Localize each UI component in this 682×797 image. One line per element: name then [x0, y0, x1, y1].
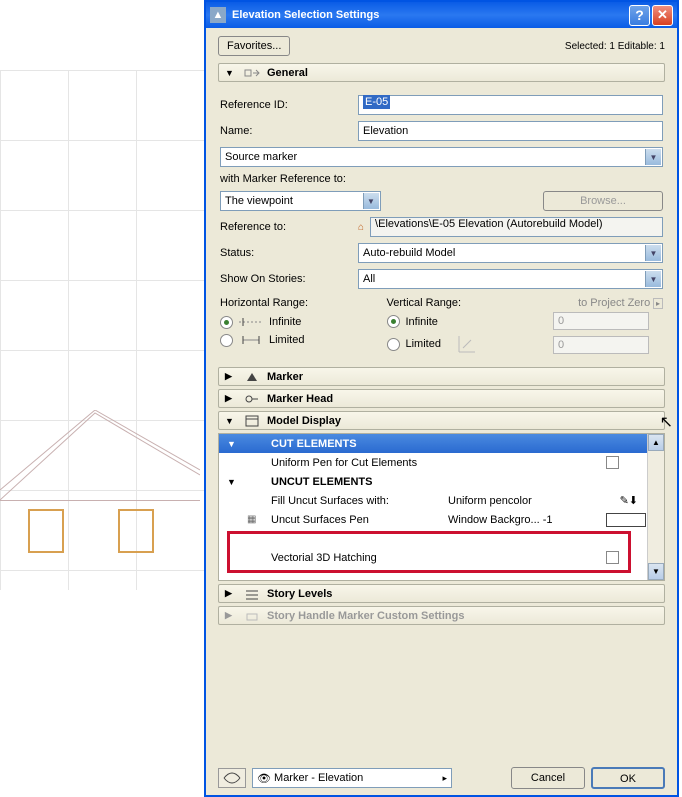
general-panel: Reference ID: E-05 Name: Source marker▼ …	[206, 85, 677, 364]
v-upper-input[interactable]	[553, 312, 649, 330]
section-marker-head[interactable]: ▶ Marker Head	[218, 389, 665, 408]
ref-id-label: Reference ID:	[220, 99, 352, 111]
marker-icon	[243, 371, 261, 383]
scrollbar[interactable]: ▲ ▼	[647, 434, 664, 580]
v-limited-radio[interactable]	[387, 338, 400, 351]
h-range-label: Horizontal Range:	[220, 297, 387, 309]
section-label: Marker	[267, 371, 303, 383]
selection-status: Selected: 1 Editable: 1	[565, 41, 665, 52]
chevron-down-icon: ▼	[645, 149, 661, 165]
limited-label: Limited	[269, 334, 304, 346]
chevron-down-icon: ▼	[645, 271, 661, 287]
v-range-label: Vertical Range:	[387, 297, 554, 309]
viewpoint-select[interactable]: The viewpoint▼	[220, 191, 381, 211]
hidden-row	[219, 529, 664, 548]
h-infinite-radio[interactable]	[220, 316, 233, 329]
ok-button[interactable]: OK	[591, 767, 665, 789]
scroll-down-icon[interactable]: ▼	[648, 563, 664, 580]
section-label: Story Handle Marker Custom Settings	[267, 610, 464, 622]
toolbar: Favorites... Selected: 1 Editable: 1	[206, 28, 677, 60]
drawing-canvas	[0, 0, 204, 797]
section-label: Marker Head	[267, 393, 333, 405]
house-roof	[0, 410, 200, 500]
limited-range-icon	[239, 333, 263, 347]
elevation-settings-dialog: ▲ Elevation Selection Settings ? ✕ Favor…	[204, 0, 679, 797]
help-button[interactable]: ?	[629, 5, 650, 26]
dialog-title: Elevation Selection Settings	[232, 9, 379, 21]
layer-icon[interactable]	[218, 768, 246, 788]
cut-elements-header[interactable]: ▼ CUT ELEMENTS	[219, 434, 664, 453]
story-levels-icon	[243, 588, 261, 600]
source-marker-select[interactable]: Source marker▼	[220, 147, 663, 167]
infinite-label: Infinite	[406, 316, 438, 328]
house-elevation	[0, 500, 200, 575]
v-infinite-radio[interactable]	[387, 315, 400, 328]
fill-uncut-row: Fill Uncut Surfaces with: Uniform pencol…	[219, 491, 664, 510]
marker-layer-select[interactable]: 👁 Marker - Elevation ▸	[252, 768, 452, 788]
expand-arrow-icon: ▶	[225, 371, 235, 382]
window-icon	[28, 509, 64, 553]
uncut-pen-row: ▦ Uncut Surfaces Pen Window Backgro... -…	[219, 510, 664, 529]
name-input[interactable]	[358, 121, 663, 141]
section-label: General	[267, 67, 308, 79]
show-on-label: Show On Stories:	[220, 273, 352, 285]
ref-id-input[interactable]: E-05	[358, 95, 663, 115]
pen-row-icon: ▦	[247, 514, 263, 525]
model-display-icon	[243, 415, 261, 427]
section-arrow-icon	[455, 332, 479, 356]
collapse-arrow-icon: ▼	[227, 439, 239, 449]
uniform-pen-cut-checkbox[interactable]	[606, 456, 619, 469]
v-lower-input[interactable]	[553, 336, 649, 354]
cancel-button[interactable]: Cancel	[511, 767, 585, 789]
chevron-right-icon: ▸	[442, 773, 447, 784]
general-icon	[243, 67, 261, 79]
app-icon: ▲	[210, 7, 226, 23]
section-story-handle: ▶ Story Handle Marker Custom Settings	[218, 606, 665, 625]
section-label: Story Levels	[267, 588, 332, 600]
collapse-arrow-icon: ▼	[225, 416, 235, 426]
vectorial-3d-row: Vectorial 3D Hatching	[219, 548, 664, 567]
uniform-pen-cut-row: Uniform Pen for Cut Elements	[219, 453, 664, 472]
section-story-levels[interactable]: ▶ Story Levels	[218, 584, 665, 603]
window-icon	[118, 509, 154, 553]
name-label: Name:	[220, 125, 352, 137]
eye-icon: 👁	[257, 772, 271, 785]
show-on-select[interactable]: All▼	[358, 269, 663, 289]
model-display-panel: ▼ CUT ELEMENTS Uniform Pen for Cut Eleme…	[218, 433, 665, 581]
marker-ref-label: with Marker Reference to:	[220, 173, 346, 185]
browse-button[interactable]: Browse...	[543, 191, 663, 211]
pen-color-swatch[interactable]	[606, 513, 646, 527]
vectorial-3d-checkbox[interactable]	[606, 551, 619, 564]
expand-arrow-icon: ▶	[225, 588, 235, 599]
home-icon: ⌂	[358, 222, 364, 233]
status-label: Status:	[220, 247, 352, 259]
titlebar[interactable]: ▲ Elevation Selection Settings ? ✕	[206, 0, 677, 28]
ref-to-value: \Elevations\E-05 Elevation (Autorebuild …	[370, 217, 663, 237]
infinite-label: Infinite	[269, 316, 301, 328]
expand-arrow-icon: ▶	[225, 393, 235, 404]
bottom-bar: 👁 Marker - Elevation ▸ Cancel OK	[218, 767, 665, 789]
section-label: Model Display	[267, 415, 341, 427]
favorites-button[interactable]: Favorites...	[218, 36, 290, 56]
infinite-range-icon	[239, 315, 263, 329]
section-marker[interactable]: ▶ Marker	[218, 367, 665, 386]
story-handle-icon	[243, 610, 261, 622]
h-limited-radio[interactable]	[220, 334, 233, 347]
proj-zero-label: to Project Zero ▸	[553, 297, 663, 309]
chevron-down-icon: ▼	[363, 193, 379, 209]
close-button[interactable]: ✕	[652, 5, 673, 26]
collapse-arrow-icon: ▼	[227, 477, 239, 487]
scroll-up-icon[interactable]: ▲	[648, 434, 664, 451]
ref-to-label: Reference to:	[220, 221, 352, 233]
limited-label: Limited	[406, 338, 441, 350]
section-model-display[interactable]: ▼ Model Display	[218, 411, 665, 430]
uncut-elements-header[interactable]: ▼ UNCUT ELEMENTS	[219, 472, 664, 491]
section-general[interactable]: ▼ General	[218, 63, 665, 82]
pen-icon[interactable]: ✎⬇	[620, 494, 638, 507]
marker-head-icon	[243, 393, 261, 405]
status-select[interactable]: Auto-rebuild Model▼	[358, 243, 663, 263]
expand-arrow-icon: ▶	[225, 610, 235, 621]
collapse-arrow-icon: ▼	[225, 68, 235, 78]
chevron-down-icon: ▼	[645, 245, 661, 261]
